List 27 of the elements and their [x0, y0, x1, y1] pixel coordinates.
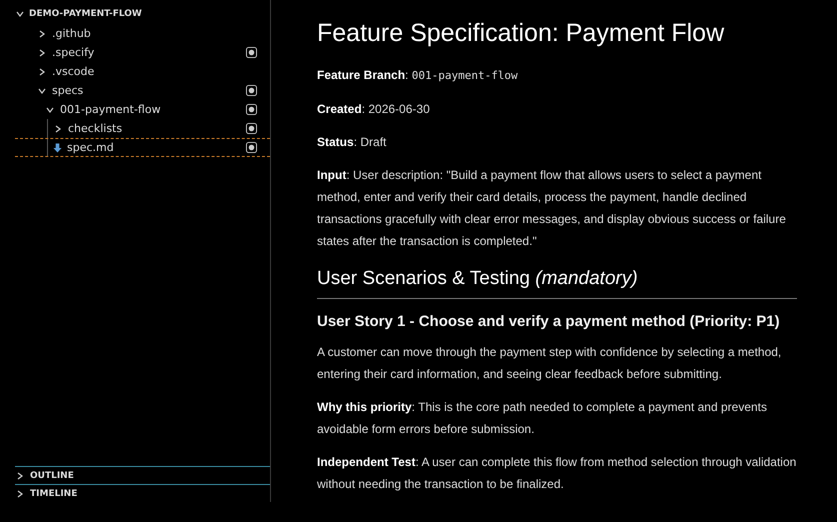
document-title: Feature Specification: Payment Flow	[317, 18, 726, 49]
paragraph: A customer can move through the payment step with confidence by selecting a method, entering their card information, and seeing clear feedback before submitting.	[317, 344, 782, 383]
paragraph: Input: User description: "Build a payment flow that allows users to select a payment method, enter and verify their card details, process the payment, handle declined transactions gracefully with clear error messages, and display obvious success or failure states after the transaction is completed."	[317, 167, 787, 250]
explorer-root[interactable]: DEMO-PAYMENT-FLOW	[15, 4, 270, 24]
paragraph: Status: Draft	[317, 134, 388, 151]
chevron-icon	[15, 9, 25, 19]
tree-item[interactable]: 001-payment-flow	[15, 100, 270, 119]
tree-item[interactable]: spec.md	[15, 138, 270, 157]
tree-item[interactable]: .github	[15, 24, 270, 43]
paragraph: Created: 2026-06-30	[317, 101, 431, 118]
paragraph: Feature Branch: 001-payment-flow	[317, 67, 519, 84]
section-heading: User Scenarios & Testing (mandatory)	[317, 266, 797, 299]
tree-item[interactable]: specs	[15, 81, 270, 100]
record-icon	[246, 47, 257, 58]
download-arrow-icon	[53, 142, 62, 152]
panel-header[interactable]: TIMELINE	[15, 484, 270, 502]
paragraph: Why this priority: This is the core path needed to complete a payment and prevents avoidable form errors before submission.	[317, 399, 768, 438]
tree-item[interactable]: checklists	[15, 119, 270, 138]
record-icon	[246, 85, 257, 96]
panel-header[interactable]: OUTLINE	[15, 466, 270, 484]
record-icon	[246, 123, 257, 134]
paragraph: Independent Test: A user can complete this flow from method selection through validation without needing the transaction to be finalized.	[317, 454, 797, 493]
tree-item[interactable]: .specify	[15, 43, 270, 62]
record-icon	[246, 104, 257, 115]
tree-item[interactable]: .vscode	[15, 62, 270, 81]
subsection-heading: User Story 1 - Choose and verify a payment method (Priority: P1)	[317, 312, 781, 332]
record-icon	[246, 142, 257, 153]
